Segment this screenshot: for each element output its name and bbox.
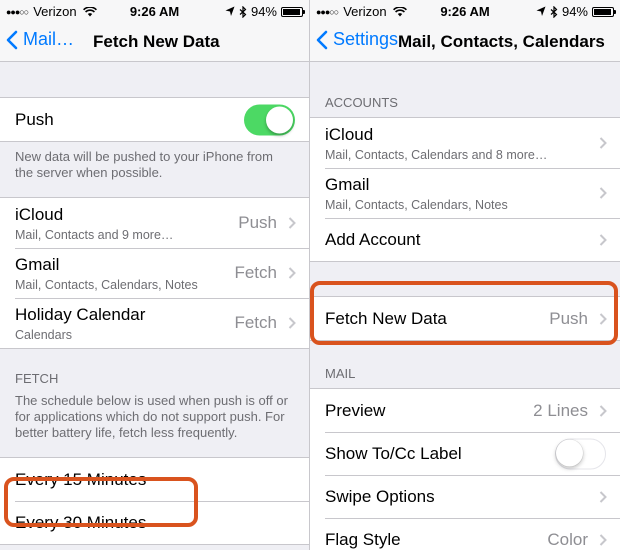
schedule-group: Every 15 Minutes Every 30 Minutes	[0, 457, 309, 545]
bluetooth-icon	[239, 5, 247, 18]
chevron-right-icon	[599, 137, 607, 149]
fetch-new-data-screen: ●●●○○ Verizon 9:26 AM 94% Mail… Fetch Ne…	[0, 0, 310, 550]
account-fetch-value: Fetch	[234, 313, 277, 332]
chevron-right-icon	[599, 312, 607, 325]
accounts-group: iCloud Mail, Contacts, Calendars and 8 m…	[310, 117, 620, 262]
screenshot-pair: ●●●○○ Verizon 9:26 AM 94% Mail… Fetch Ne…	[0, 0, 620, 550]
schedule-row-30-minutes[interactable]: Every 30 Minutes	[0, 501, 309, 544]
fetch-footer: The schedule below is used when push is …	[15, 393, 288, 440]
settings-list: Push New data will be pushed to your iPh…	[0, 63, 309, 550]
push-row: Push	[0, 98, 309, 141]
show-tocc-toggle[interactable]	[555, 438, 606, 469]
battery-percent: 94%	[561, 4, 588, 19]
navigation-bar: Mail… Fetch New Data	[0, 22, 309, 62]
chevron-right-icon	[599, 233, 607, 246]
chevron-right-icon	[288, 317, 296, 329]
account-fetch-value: Fetch	[234, 263, 277, 282]
swipe-options-row[interactable]: Swipe Options	[310, 475, 620, 518]
battery-icon	[281, 6, 305, 17]
fetch-new-data-group: Fetch New Data Push	[310, 296, 620, 341]
push-label: Push	[15, 109, 54, 129]
chevron-left-icon	[6, 30, 18, 49]
back-button[interactable]: Mail…	[6, 29, 74, 50]
mail-group: Preview 2 Lines Show To/Cc Label Swipe O…	[310, 388, 620, 550]
preview-row[interactable]: Preview 2 Lines	[310, 389, 620, 432]
push-footer: New data will be pushed to your iPhone f…	[15, 149, 273, 180]
back-label: Settings	[333, 29, 399, 49]
account-fetch-value: Push	[238, 213, 277, 232]
chevron-left-icon	[316, 30, 328, 49]
account-row-holiday-calendar[interactable]: Holiday Calendar Calendars Fetch	[0, 298, 309, 348]
location-arrow-icon	[536, 6, 546, 16]
battery-percent: 94%	[250, 4, 277, 19]
fetch-section-header: FETCH	[15, 371, 59, 386]
status-right: 94%	[225, 4, 305, 19]
back-button[interactable]: Settings	[316, 29, 398, 50]
preview-value: 2 Lines	[533, 400, 588, 420]
add-account-row[interactable]: Add Account	[310, 218, 620, 261]
flag-style-row[interactable]: Flag Style Color	[310, 518, 620, 550]
chevron-right-icon	[599, 404, 607, 417]
chevron-right-icon	[599, 490, 607, 503]
account-row-gmail[interactable]: Gmail Mail, Contacts, Calendars, Notes F…	[0, 248, 309, 298]
schedule-row-15-minutes[interactable]: Every 15 Minutes	[0, 458, 309, 501]
show-tocc-row: Show To/Cc Label	[310, 432, 620, 475]
status-bar: ●●●○○ Verizon 9:26 AM 94%	[0, 0, 309, 22]
account-row-icloud[interactable]: iCloud Mail, Contacts, Calendars and 8 m…	[310, 118, 620, 168]
page-title: Fetch New Data	[93, 32, 220, 51]
chevron-right-icon	[599, 187, 607, 199]
status-right: 94%	[536, 4, 616, 19]
flag-style-value: Color	[547, 529, 588, 549]
settings-list: ACCOUNTS iCloud Mail, Contacts, Calendar…	[310, 63, 620, 550]
chevron-right-icon	[599, 533, 607, 546]
bluetooth-icon	[550, 5, 558, 18]
back-label: Mail…	[23, 29, 75, 49]
mail-section-header: MAIL	[325, 366, 356, 381]
page-title: Mail, Contacts, Calendars	[398, 32, 605, 51]
navigation-bar: Settings Mail, Contacts, Calendars	[310, 22, 620, 62]
account-row-icloud[interactable]: iCloud Mail, Contacts and 9 more… Push	[0, 198, 309, 248]
chevron-right-icon	[288, 267, 296, 279]
battery-icon	[592, 6, 616, 17]
accounts-section-header: ACCOUNTS	[325, 95, 398, 110]
accounts-group: iCloud Mail, Contacts and 9 more… Push G…	[0, 197, 309, 349]
location-arrow-icon	[225, 6, 235, 16]
push-toggle[interactable]	[244, 104, 295, 135]
fetch-new-data-value: Push	[549, 308, 588, 328]
status-bar: ●●●○○ Verizon 9:26 AM 94%	[310, 0, 620, 22]
chevron-right-icon	[288, 217, 296, 229]
mail-contacts-calendars-screen: ●●●○○ Verizon 9:26 AM 94% Settings Mail,…	[310, 0, 620, 550]
push-group: Push	[0, 97, 309, 142]
account-row-gmail[interactable]: Gmail Mail, Contacts, Calendars, Notes	[310, 168, 620, 218]
fetch-new-data-row[interactable]: Fetch New Data Push	[310, 297, 620, 340]
